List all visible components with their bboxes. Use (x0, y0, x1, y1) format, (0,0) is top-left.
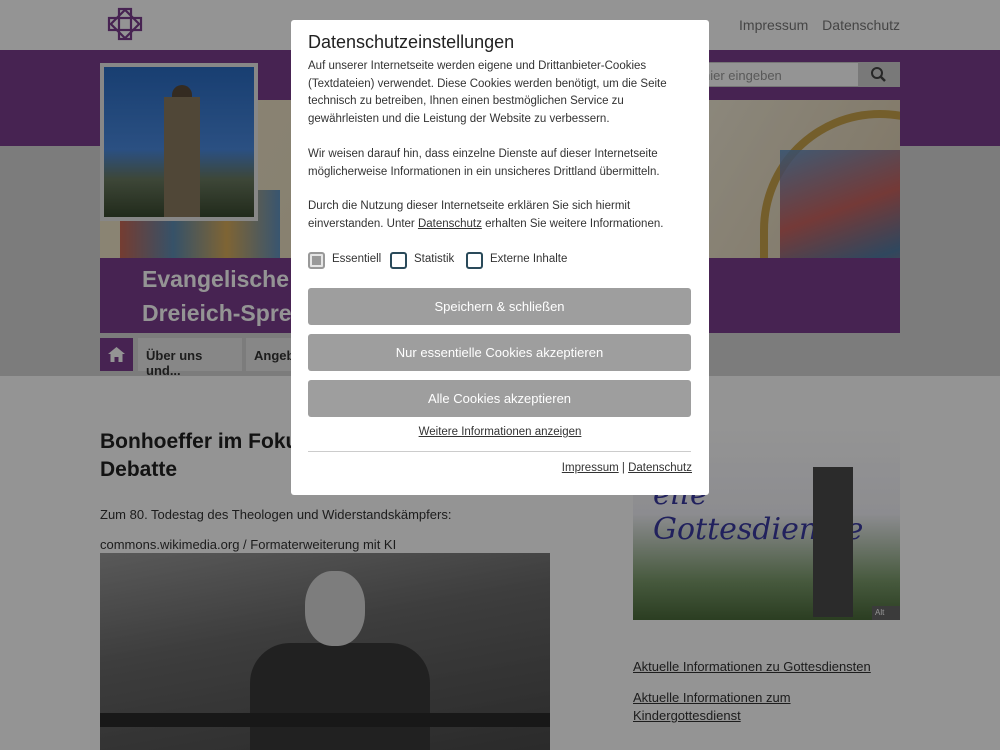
datenschutz-inline-link[interactable]: Datenschutz (418, 218, 482, 230)
dialog-divider (308, 451, 691, 452)
externe-inhalte-checkbox[interactable] (466, 252, 483, 269)
dialog-paragraph-1: Auf unserer Internetseite werden eigene … (308, 60, 667, 125)
statistik-checkbox[interactable] (390, 252, 407, 269)
dialog-footer-links: Impressum | Datenschutz (561, 462, 692, 474)
externe-inhalte-label: Externe Inhalte (490, 253, 568, 265)
more-info-link[interactable]: Weitere Informationen anzeigen (291, 426, 709, 438)
save-and-close-button[interactable]: Speichern & schließen (308, 288, 691, 325)
dialog-paragraph-3: Durch die Nutzung dieser Internetseite e… (308, 200, 664, 230)
essentiell-checkbox[interactable] (308, 252, 325, 269)
accept-essential-button[interactable]: Nur essentielle Cookies akzeptieren (308, 334, 691, 371)
privacy-settings-dialog: Datenschutzeinstellungen Auf unserer Int… (291, 20, 709, 495)
dialog-title: Datenschutzeinstellungen (308, 32, 515, 52)
dialog-paragraph-2: Wir weisen darauf hin, dass einzelne Die… (308, 148, 660, 178)
footer-impressum-link[interactable]: Impressum (562, 462, 619, 474)
statistik-label: Statistik (414, 253, 455, 265)
essentiell-label: Essentiell (332, 253, 382, 265)
accept-all-button[interactable]: Alle Cookies akzeptieren (308, 380, 691, 417)
footer-datenschutz-link[interactable]: Datenschutz (628, 462, 692, 474)
